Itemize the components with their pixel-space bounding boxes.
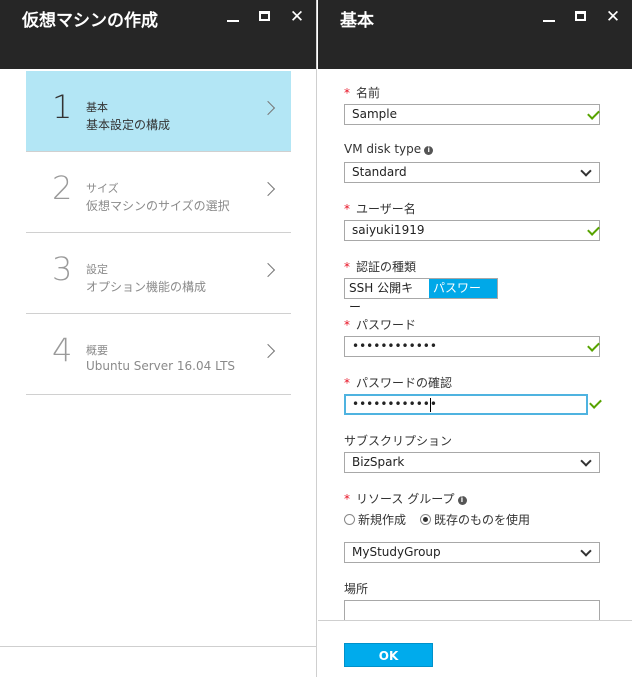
auth-type-toggle: SSH 公開キー パスワード <box>344 278 498 314</box>
step-subtitle: オプション機能の構成 <box>86 280 207 294</box>
step-title: サイズ <box>86 182 119 195</box>
required-marker: * <box>344 318 350 332</box>
close-icon[interactable]: ✕ <box>288 8 306 26</box>
location-select[interactable] <box>344 600 600 621</box>
chevron-right-icon <box>260 262 276 278</box>
disk-type-label: VM disk type i <box>344 142 600 157</box>
name-input[interactable]: Sample <box>344 104 600 125</box>
step-number: 1 <box>52 88 73 126</box>
step-size[interactable]: 2 サイズ 仮想マシンのサイズの選択 <box>26 152 291 233</box>
disk-type-select[interactable]: Standard <box>344 162 600 183</box>
resource-group-radios: 新規作成 既存のものを使用 <box>344 510 600 528</box>
confirm-password-label: * パスワードの確認 <box>344 376 453 390</box>
maximize-icon[interactable] <box>572 8 590 26</box>
blade-title: 基本 <box>340 11 374 31</box>
minimize-icon[interactable] <box>224 8 242 26</box>
radio-existing-label: 既存のものを使用 <box>434 512 531 527</box>
location-label: 場所 <box>344 582 369 596</box>
radio-existing[interactable] <box>420 513 432 525</box>
maximize-icon[interactable] <box>256 8 274 26</box>
step-title: 設定 <box>86 263 108 276</box>
auth-type-label: * 認証の種類 <box>344 260 417 274</box>
minimize-icon[interactable] <box>540 8 558 26</box>
step-subtitle: 基本設定の構成 <box>86 118 171 132</box>
resource-group-select[interactable]: MyStudyGroup <box>344 542 600 563</box>
close-icon[interactable]: ✕ <box>604 8 622 26</box>
info-icon[interactable]: i <box>457 496 467 505</box>
radio-new[interactable] <box>344 513 355 525</box>
required-marker: * <box>344 260 350 274</box>
username-label: * ユーザー名 <box>344 202 416 216</box>
password-input[interactable]: •••••••••••• <box>344 336 600 357</box>
required-marker: * <box>344 376 350 390</box>
step-title: 概要 <box>86 344 108 357</box>
step-number: 3 <box>52 250 73 288</box>
step-subtitle: Ubuntu Server 16.04 LTS <box>86 359 236 373</box>
step-settings[interactable]: 3 設定 オプション機能の構成 <box>26 233 291 314</box>
confirm-password-input[interactable]: •••••••••••• <box>344 394 588 415</box>
chevron-right-icon <box>260 100 276 116</box>
radio-new-label: 新規作成 <box>358 512 407 527</box>
subscription-select[interactable]: BizSpark <box>344 452 600 473</box>
info-icon[interactable]: i <box>424 146 434 155</box>
text-caret <box>430 398 431 412</box>
chevron-down-icon <box>580 545 592 557</box>
step-subtitle: 仮想マシンのサイズの選択 <box>86 199 230 213</box>
wizard-steps: 1 基本 基本設定の構成 2 サイズ 仮想マシンのサイズの選択 3 設定 オプシ… <box>26 71 291 395</box>
check-icon <box>587 107 600 120</box>
check-icon <box>587 339 600 352</box>
step-number: 2 <box>52 169 73 207</box>
chevron-down-icon <box>580 455 592 467</box>
ok-button[interactable]: OK <box>344 643 433 667</box>
step-summary[interactable]: 4 概要 Ubuntu Server 16.04 LTS <box>26 314 291 395</box>
blade-header: 基本 ✕ <box>318 0 632 69</box>
resource-group-label: * リソース グループ i <box>344 490 600 506</box>
check-icon <box>589 396 602 409</box>
step-basics[interactable]: 1 基本 基本設定の構成 <box>26 71 291 152</box>
username-input[interactable]: saiyuki1919 <box>344 220 600 241</box>
subscription-label: サブスクリプション <box>344 434 453 448</box>
required-marker: * <box>344 492 350 506</box>
required-marker: * <box>344 202 350 216</box>
step-title: 基本 <box>86 101 108 114</box>
password-label: * パスワード <box>344 318 417 332</box>
blade-header: 仮想マシンの作成 ✕ <box>0 0 316 69</box>
basics-blade: 基本 ✕ * 名前 Sample VM disk type i Standard *… <box>318 0 632 678</box>
check-icon <box>587 223 600 236</box>
basics-form: * 名前 Sample VM disk type i Standard * ユーザー名… <box>344 84 602 621</box>
chevron-down-icon <box>580 165 592 177</box>
auth-option-ssh[interactable]: SSH 公開キー <box>345 279 429 314</box>
blade-title: 仮想マシンの作成 <box>22 11 158 31</box>
auth-option-password[interactable]: パスワード <box>429 279 497 314</box>
divider <box>0 646 316 647</box>
chevron-right-icon <box>260 181 276 197</box>
create-vm-blade: 仮想マシンの作成 ✕ 1 基本 基本設定の構成 2 サイズ 仮想マシンのサイズの… <box>0 0 317 677</box>
chevron-right-icon <box>260 343 276 359</box>
blade-footer: OK <box>318 620 632 678</box>
required-marker: * <box>344 86 350 100</box>
name-label: * 名前 <box>344 86 381 100</box>
step-number: 4 <box>52 331 73 369</box>
